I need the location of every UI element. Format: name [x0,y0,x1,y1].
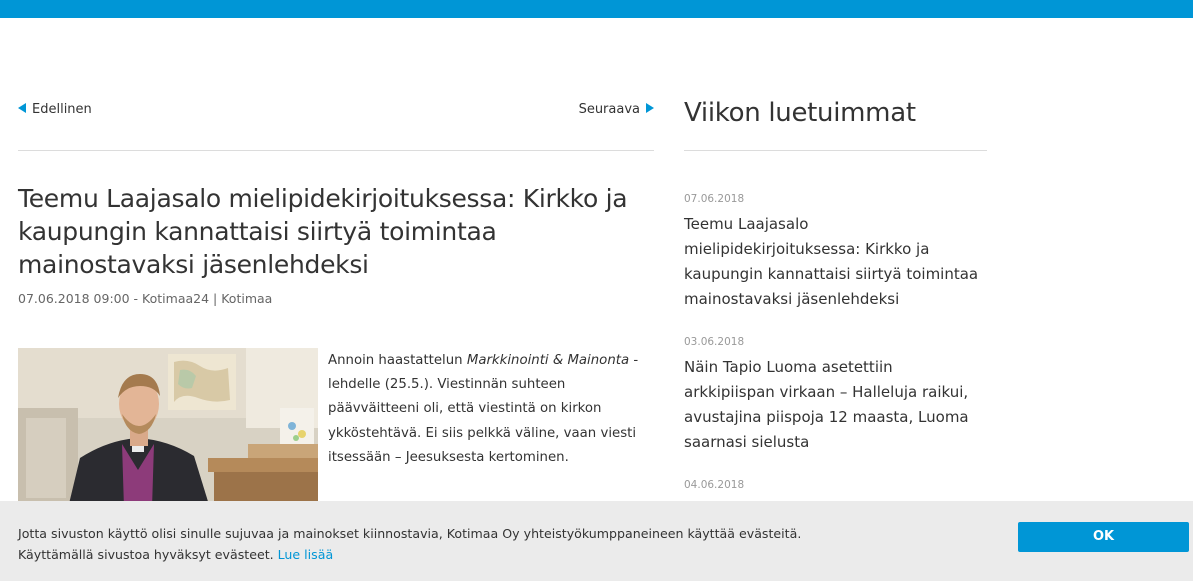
article-meta: 07.06.2018 09:00 - Kotimaa24 | Kotimaa [18,291,272,306]
next-label: Seuraava [578,102,640,117]
cookie-ok-button[interactable]: OK [1018,522,1189,552]
article-pager: Edellinen Seuraava [18,102,654,122]
cookie-line-1: Jotta sivuston käyttö olisi sinulle suju… [18,526,802,541]
article-category-link[interactable]: Kotimaa [221,291,272,306]
popular-item-date: 07.06.2018 [684,193,745,205]
next-link[interactable]: Seuraava [579,102,654,117]
popular-item[interactable]: 03.06.2018 Näin Tapio Luoma asetettiin a… [684,336,987,455]
triangle-right-icon [646,103,654,113]
popular-item-date: 04.06.2018 [684,479,745,491]
meta-separator: | [209,291,222,306]
cookie-text: Jotta sivuston käyttö olisi sinulle suju… [18,523,801,565]
divider [18,150,654,151]
popular-item-title[interactable]: Näin Tapio Luoma asetettiin arkkipiispan… [684,355,987,455]
popular-item[interactable]: 04.06.2018 [684,479,987,498]
lead-italic: Markkinointi & Mainonta [466,353,630,368]
article-lead: Annoin haastattelun Markkinointi & Maino… [328,349,654,470]
meta-separator: - [129,291,143,306]
popular-item[interactable]: 07.06.2018 Teemu Laajasalo mielipidekirj… [684,193,987,312]
lead-text: Annoin haastattelun [328,353,467,368]
popular-item-title[interactable]: Teemu Laajasalo mielipidekirjoituksessa:… [684,212,987,312]
article-source-link[interactable]: Kotimaa24 [142,291,209,306]
triangle-left-icon [18,103,26,113]
top-bar [0,0,1193,18]
popular-item-date: 03.06.2018 [684,336,745,348]
cookie-line-2: Käyttämällä sivustoa hyväksyt evästeet. … [18,544,801,565]
sidebar-title: Viikon luetuimmat [684,98,916,128]
bishop-portrait-image [18,348,318,508]
previous-link[interactable]: Edellinen [18,102,92,117]
read-more-link[interactable]: Lue lisää [278,547,334,562]
cookie-banner: Jotta sivuston käyttö olisi sinulle suju… [0,501,1193,581]
article-date: 07.06.2018 09:00 [18,291,130,306]
previous-label: Edellinen [32,102,92,117]
lead-text-continued: -lehdelle (25.5.). Viestinnän suhteen pä… [328,353,639,465]
cookie-line-2-text: Käyttämällä sivustoa hyväksyt evästeet. [18,547,278,562]
article-title: Teemu Laajasalo mielipidekirjoituksessa:… [18,184,628,279]
divider [684,150,987,151]
article-photo [18,348,318,508]
